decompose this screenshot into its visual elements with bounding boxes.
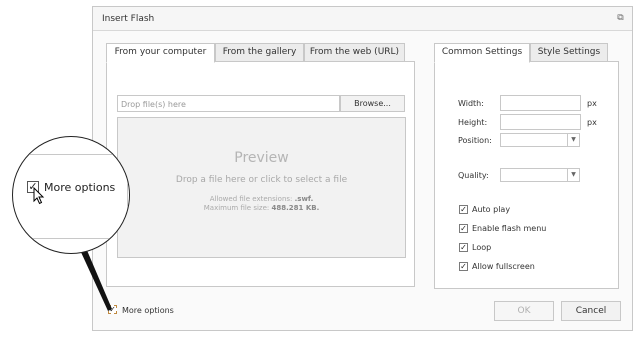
ok-button[interactable]: OK bbox=[494, 301, 554, 321]
width-unit: px bbox=[587, 99, 597, 108]
checkbox-checked-icon[interactable]: ✓ bbox=[459, 243, 468, 252]
checkbox-checked-icon[interactable]: ✓ bbox=[459, 224, 468, 233]
tab-label: Style Settings bbox=[537, 47, 601, 57]
checkbox-label: Loop bbox=[472, 243, 492, 252]
preview-description: Drop a file here or click to select a fi… bbox=[175, 175, 348, 185]
magnifier-divider bbox=[127, 154, 128, 239]
tab-from-the-web-url[interactable]: From the web (URL) bbox=[304, 43, 405, 62]
tab-label: From the gallery bbox=[222, 47, 297, 57]
drop-files-placeholder: Drop file(s) here bbox=[121, 100, 186, 109]
magnifier-divider bbox=[13, 238, 129, 239]
height-label: Height: bbox=[458, 118, 488, 127]
mouse-pointer-icon bbox=[33, 187, 45, 205]
chevron-down-icon: ▼ bbox=[567, 169, 579, 181]
allowed-extensions-value: .swf. bbox=[294, 195, 314, 203]
preview-title: Preview bbox=[234, 150, 289, 166]
checkbox-label: Allow fullscreen bbox=[472, 262, 535, 271]
checkbox-label: Enable flash menu bbox=[472, 224, 547, 233]
magnifier-divider bbox=[13, 154, 129, 155]
allowed-extensions-label: Allowed file extensions: bbox=[209, 195, 293, 203]
browse-button[interactable]: Browse... bbox=[340, 95, 405, 112]
settings-panel: Width: px Height: px Position: ▼ Quality… bbox=[434, 61, 619, 289]
tab-from-the-gallery[interactable]: From the gallery bbox=[215, 43, 304, 62]
close-icon[interactable]: ⧉ bbox=[615, 13, 626, 24]
drop-files-input[interactable]: Drop file(s) here bbox=[117, 95, 340, 112]
maximum-file-size: Maximum file size: 488.281 KB. bbox=[118, 204, 405, 212]
tab-label: From the web (URL) bbox=[309, 47, 400, 57]
upload-panel: Drop file(s) here Browse... Preview Drop… bbox=[106, 61, 415, 287]
preview-drop-area[interactable]: Preview Drop a file here or click to sel… bbox=[117, 117, 406, 258]
height-input[interactable] bbox=[500, 114, 581, 130]
magnifier-callout: ✓ More options bbox=[12, 136, 130, 254]
checkbox-checked-icon[interactable]: ✓ bbox=[459, 205, 468, 214]
magnifier-more-options-label: More options bbox=[44, 181, 116, 194]
dialog-titlebar: Insert Flash ⧉ bbox=[93, 7, 632, 31]
dialog-title: Insert Flash bbox=[102, 14, 155, 24]
tab-style-settings[interactable]: Style Settings bbox=[530, 43, 608, 62]
tab-label: From your computer bbox=[114, 47, 207, 57]
maximum-file-size-label: Maximum file size: bbox=[203, 204, 270, 212]
tab-common-settings[interactable]: Common Settings bbox=[434, 43, 530, 63]
maximum-file-size-value: 488.281 KB. bbox=[271, 204, 320, 212]
cancel-button[interactable]: Cancel bbox=[561, 301, 621, 321]
width-label: Width: bbox=[458, 99, 484, 108]
allowed-extensions: Allowed file extensions: .swf. bbox=[118, 195, 405, 203]
insert-flash-dialog: Insert Flash ⧉ From your computer From t… bbox=[92, 6, 633, 331]
position-label: Position: bbox=[458, 136, 492, 145]
quality-select[interactable]: ▼ bbox=[500, 168, 580, 182]
checkbox-label: Auto play bbox=[472, 205, 511, 214]
width-input[interactable] bbox=[500, 95, 581, 111]
position-select[interactable]: ▼ bbox=[500, 133, 580, 147]
checkbox-checked-icon[interactable]: ✓ bbox=[459, 262, 468, 271]
quality-label: Quality: bbox=[458, 171, 489, 180]
checkbox-checked-icon[interactable]: ✓ bbox=[108, 305, 117, 314]
tab-label: Common Settings bbox=[441, 47, 523, 57]
tab-from-your-computer[interactable]: From your computer bbox=[106, 43, 215, 63]
height-unit: px bbox=[587, 118, 597, 127]
more-options-label: More options bbox=[122, 306, 174, 315]
chevron-down-icon: ▼ bbox=[567, 134, 579, 146]
